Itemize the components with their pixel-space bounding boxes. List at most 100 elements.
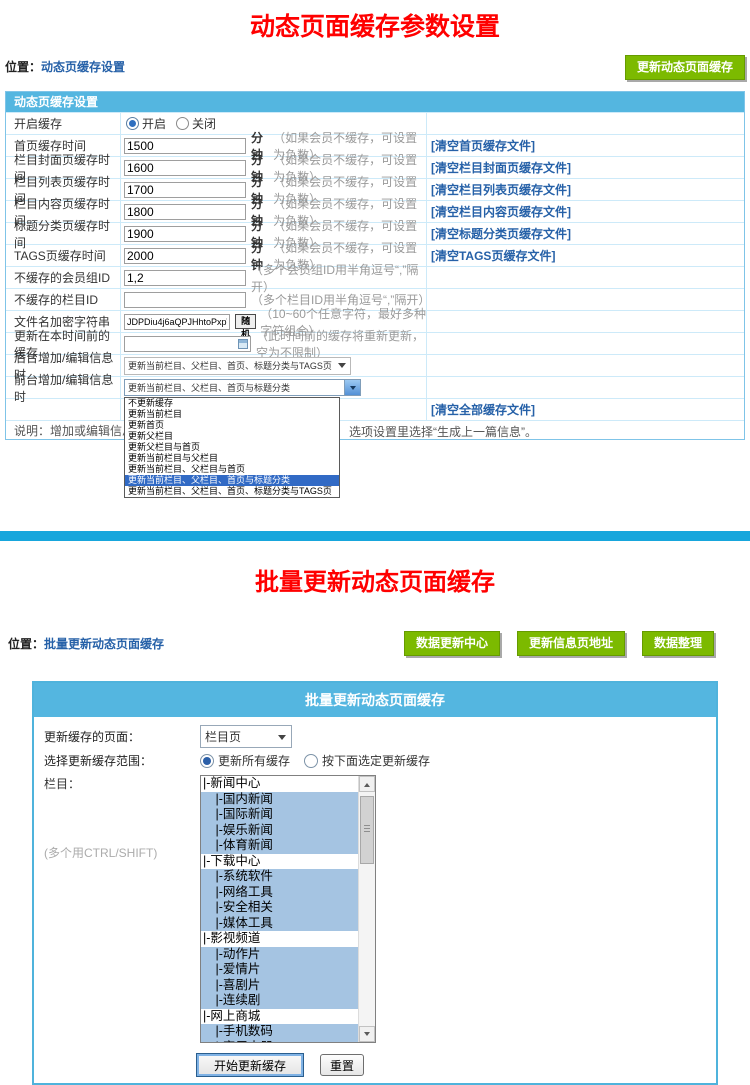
reset-button[interactable]: 重置 <box>320 1054 364 1076</box>
list-item[interactable]: |-网络工具 <box>201 885 358 901</box>
breadcrumb-2: 位置：批量更新动态页面缓存 <box>8 635 164 652</box>
note-row: 说明：增加或编辑信息自动会更 选项设置里选择“生成上一篇信息”。 <box>6 420 744 439</box>
list-item[interactable]: |-体育新闻 <box>201 838 358 854</box>
backend-update-select[interactable]: 更新当前栏目、父栏目、首页、标题分类与TAGS页 <box>124 357 351 375</box>
clear-cache-link[interactable]: [清空栏目封面页缓存文件] <box>431 159 571 176</box>
list-item[interactable]: |-爱情片 <box>201 962 358 978</box>
frontend-update-dropdown: 不更新缓存 更新当前栏目 更新首页 更新父栏目 更新父栏目与首页 更新当前栏目与… <box>124 397 340 498</box>
encrypt-string-input[interactable] <box>124 314 230 330</box>
clear-cache-link[interactable]: [清空标题分类页缓存文件] <box>431 225 571 242</box>
row-control: 更新当前栏目、父栏目、首页、标题分类与TAGS页 <box>120 355 426 376</box>
location-link[interactable]: 动态页缓存设置 <box>41 60 125 74</box>
list-item[interactable]: |-手机数码 <box>201 1024 358 1040</box>
cache-time-input[interactable] <box>124 226 246 242</box>
row-label <box>6 399 120 420</box>
dropdown-option[interactable]: 更新当前栏目与父栏目 <box>125 453 339 464</box>
dropdown-option[interactable]: 更新父栏目与首页 <box>125 442 339 453</box>
radio-off-label: 关闭 <box>192 115 216 132</box>
row-control: 更新当前栏目、父栏目、首页与标题分类 不更新缓存 更新当前栏目 更新首页 更新父… <box>120 377 426 398</box>
list-item[interactable]: |-国内新闻 <box>201 792 358 808</box>
section-divider <box>0 531 750 541</box>
action-button[interactable]: 更新信息页地址 <box>517 631 625 656</box>
list-item[interactable]: |-网上商城 <box>201 1009 358 1025</box>
id-input[interactable] <box>124 270 246 286</box>
update-all-radio[interactable] <box>200 754 214 768</box>
list-item[interactable]: |-喜剧片 <box>201 978 358 994</box>
breadcrumb: 位置：动态页缓存设置 <box>5 55 125 80</box>
row-extra <box>426 267 744 288</box>
selected-value: 栏目页 <box>205 728 241 745</box>
clear-cache-link[interactable]: [清空首页缓存文件] <box>431 137 535 154</box>
random-button[interactable]: 随机 <box>235 314 256 329</box>
list-item[interactable]: |-安全相关 <box>201 900 358 916</box>
update-selected-radio[interactable] <box>304 754 318 768</box>
radio-label: 更新所有缓存 <box>218 752 290 769</box>
select-arrow-button[interactable] <box>344 380 360 395</box>
row-extra: [清空栏目内容页缓存文件] <box>426 201 744 222</box>
list-item[interactable]: |-国际新闻 <box>201 807 358 823</box>
row-extra: [清空标题分类页缓存文件] <box>426 223 744 244</box>
row-extra <box>426 289 744 310</box>
row-label: 前台增加/编辑信息时 <box>6 377 120 398</box>
cache-time-input[interactable] <box>124 182 246 198</box>
dropdown-option[interactable]: 不更新缓存 <box>125 398 339 409</box>
action-button[interactable]: 数据更新中心 <box>404 631 500 656</box>
cache-on-radio[interactable] <box>126 117 139 130</box>
cache-off-radio[interactable] <box>176 117 189 130</box>
location-label: 位置： <box>5 60 41 74</box>
list-item[interactable]: |-连续剧 <box>201 993 358 1009</box>
dropdown-option[interactable]: 更新父栏目 <box>125 431 339 442</box>
row-label-column: 栏目： (多个用CTRL/SHIFT) <box>40 775 200 861</box>
listbox-scrollbar[interactable] <box>358 776 375 1042</box>
row-label: 栏目： <box>44 775 200 792</box>
row-label: 选择更新缓存范围： <box>40 752 200 769</box>
frontend-update-select[interactable]: 更新当前栏目、父栏目、首页与标题分类 <box>124 379 361 396</box>
clear-all-cache-link[interactable]: [清空全部缓存文件] <box>431 401 535 418</box>
dropdown-option[interactable]: 更新当前栏目、父栏目、首页、标题分类与TAGS页 <box>125 486 339 497</box>
table-row: 前台增加/编辑信息时 更新当前栏目、父栏目、首页与标题分类 不更新缓存 更新当前… <box>6 376 744 398</box>
location-link-2[interactable]: 批量更新动态页面缓存 <box>44 637 164 651</box>
list-item[interactable]: |-系统软件 <box>201 869 358 885</box>
column-row: 栏目： (多个用CTRL/SHIFT) |-新闻中心 |-国内新闻 |-国际新闻… <box>40 775 710 1043</box>
row-label: 不缓存的栏目ID <box>6 289 120 310</box>
row-extra <box>426 113 744 134</box>
page-type-select[interactable]: 栏目页 <box>200 725 292 748</box>
cache-time-input[interactable] <box>124 138 246 154</box>
scope-row: 选择更新缓存范围： 更新所有缓存 按下面选定更新缓存 <box>40 752 710 769</box>
list-item[interactable]: |-新闻中心 <box>201 776 358 792</box>
id-input[interactable] <box>124 292 246 308</box>
dropdown-option[interactable]: 更新当前栏目 <box>125 409 339 420</box>
list-item[interactable]: |-媒体工具 <box>201 916 358 932</box>
radio-label: 按下面选定更新缓存 <box>322 752 430 769</box>
update-before-time-input[interactable] <box>124 336 251 352</box>
clear-cache-link[interactable]: [清空栏目列表页缓存文件] <box>431 181 571 198</box>
batch-update-panel: 批量更新动态页面缓存 更新缓存的页面： 栏目页 选择更新缓存范围： 更新所有缓存… <box>32 681 718 1085</box>
column-listbox[interactable]: |-新闻中心 |-国内新闻 |-国际新闻 |-娱乐新闻 |-体育新闻 |-下载中… <box>200 775 376 1043</box>
calendar-icon[interactable] <box>238 339 248 349</box>
row-extra: [清空首页缓存文件] <box>426 135 744 156</box>
dropdown-option[interactable]: 更新当前栏目、父栏目、首页与标题分类 <box>125 475 339 486</box>
list-item[interactable]: |-娱乐新闻 <box>201 823 358 839</box>
list-item[interactable]: |-影视频道 <box>201 931 358 947</box>
cache-time-input[interactable] <box>124 204 246 220</box>
table-row: 不缓存的会员组ID （多个会员组ID用半角逗号“,”隔开） <box>6 266 744 288</box>
clear-cache-link[interactable]: [清空TAGS页缓存文件] <box>431 247 555 264</box>
panel-body: 更新缓存的页面： 栏目页 选择更新缓存范围： 更新所有缓存 按下面选定更新缓存 … <box>34 717 716 1083</box>
action-button[interactable]: 数据整理 <box>642 631 714 656</box>
list-item[interactable]: |-动作片 <box>201 947 358 963</box>
row-extra <box>426 311 744 332</box>
dropdown-option[interactable]: 更新当前栏目、父栏目与首页 <box>125 464 339 475</box>
cache-time-input[interactable] <box>124 160 246 176</box>
cache-time-input[interactable] <box>124 248 246 264</box>
row-label: TAGS页缓存时间 <box>6 245 120 266</box>
list-item[interactable]: |-家用电器 <box>201 1040 358 1044</box>
location-bar-2: 位置：批量更新动态页面缓存 数据更新中心 更新信息页地址 数据整理 <box>8 630 742 657</box>
list-item[interactable]: |-下载中心 <box>201 854 358 870</box>
scrollbar-thumb[interactable] <box>360 796 374 864</box>
clear-cache-link[interactable]: [清空栏目内容页缓存文件] <box>431 203 571 220</box>
scroll-down-button[interactable] <box>359 1026 375 1042</box>
start-update-button[interactable]: 开始更新缓存 <box>196 1053 304 1077</box>
update-dynamic-cache-button[interactable]: 更新动态页面缓存 <box>625 55 745 80</box>
scroll-up-button[interactable] <box>359 776 375 792</box>
dropdown-option[interactable]: 更新首页 <box>125 420 339 431</box>
